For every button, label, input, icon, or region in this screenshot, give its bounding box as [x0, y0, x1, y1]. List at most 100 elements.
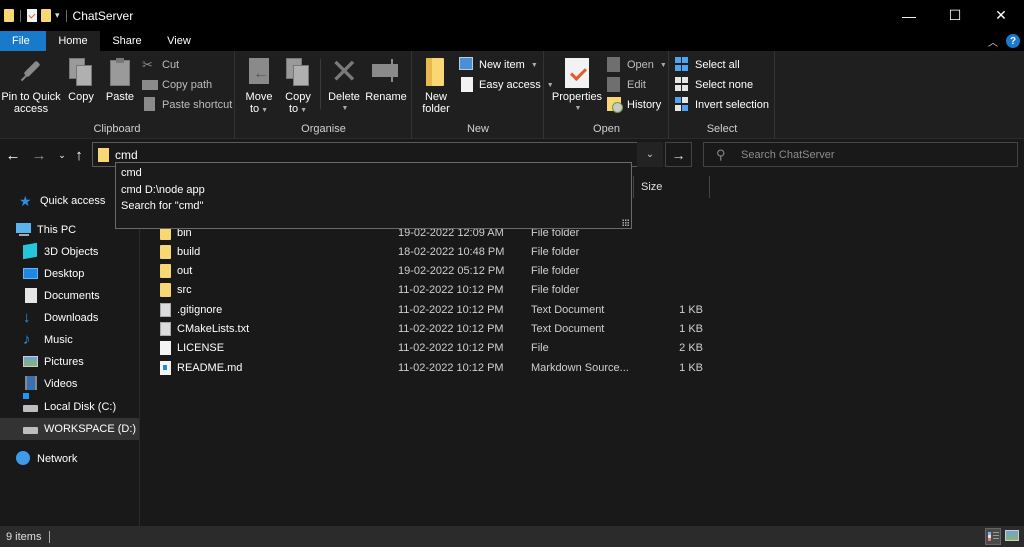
copy-path-button[interactable]: Copy path [142, 76, 212, 94]
new-folder-button[interactable]: New folder [418, 56, 454, 115]
maximize-button[interactable]: ☐ [932, 0, 978, 31]
resize-grip-icon[interactable] [622, 219, 629, 226]
folder-icon [4, 9, 14, 22]
file-row[interactable]: .gitignore 11-02-2022 10:12 PM Text Docu… [157, 301, 727, 320]
collapse-ribbon-icon[interactable]: ︿ [988, 34, 998, 49]
autocomplete-item[interactable]: cmd D:\node app [121, 182, 205, 198]
back-button[interactable]: ← [4, 145, 22, 165]
divider [49, 530, 51, 543]
forward-button[interactable]: → [30, 145, 48, 165]
large-icons-view-icon[interactable] [1005, 530, 1019, 541]
sidebar-item-network[interactable]: Network [0, 448, 139, 470]
sidebar-item-videos[interactable]: Videos [0, 373, 139, 395]
text-file-icon [160, 303, 171, 317]
column-header-size[interactable]: Size [641, 177, 662, 197]
sidebar-item-pictures[interactable]: Pictures [0, 351, 139, 373]
file-date: 11-02-2022 10:12 PM [398, 323, 504, 335]
select-none-button[interactable]: Select none [675, 76, 753, 94]
search-box[interactable]: ⚲ [703, 142, 1018, 167]
move-to-button[interactable]: Move to▼ [242, 56, 276, 117]
delete-label: Delete [328, 91, 360, 103]
sidebar-item-label: Desktop [44, 268, 85, 280]
rename-button[interactable]: Rename [365, 56, 407, 103]
pictures-icon [23, 354, 39, 370]
up-button[interactable]: ↑ [70, 145, 88, 165]
file-row[interactable]: LICENSE 11-02-2022 10:12 PM File 2 KB [157, 339, 727, 358]
group-label-select: Select [706, 123, 738, 135]
tab-home[interactable]: Home [46, 31, 100, 51]
sidebar-item-desktop[interactable]: Desktop [0, 263, 139, 285]
clipboard-group: Pin to Quick access Copy Paste ✂ Cut Cop… [0, 51, 235, 139]
help-icon[interactable]: ? [1006, 34, 1020, 48]
file-type: Text Document [531, 323, 605, 335]
address-history-dropdown[interactable]: ⌄ [637, 142, 663, 167]
move-label-line2: to ▼ [249, 103, 269, 115]
select-none-icon [675, 77, 691, 93]
cut-button[interactable]: ✂ Cut [142, 56, 179, 74]
easy-access-button[interactable]: Easy access ▼ [459, 76, 554, 94]
edit-label: Edit [627, 79, 646, 91]
invert-selection-button[interactable]: Invert selection [675, 96, 769, 114]
edit-button[interactable]: Edit [607, 76, 646, 94]
customize-toolbar-dropdown[interactable]: ▾ [55, 11, 60, 20]
tab-file[interactable]: File [0, 31, 46, 51]
divider [320, 59, 321, 109]
history-button[interactable]: History [607, 96, 661, 114]
autocomplete-item[interactable]: Search for "cmd" [121, 198, 203, 214]
properties-icon[interactable] [27, 9, 37, 22]
file-name: src [177, 284, 192, 296]
sidebar-item-local-disk-c[interactable]: Local Disk (C:) [0, 396, 139, 418]
properties-dropdown-caret[interactable]: ▼ [575, 103, 582, 115]
file-type: Text Document [531, 304, 605, 316]
open-label: Open [627, 59, 654, 71]
tab-view[interactable]: View [154, 31, 204, 51]
file-row[interactable]: build 18-02-2022 10:48 PM File folder [157, 243, 727, 262]
sidebar-item-downloads[interactable]: ↓ Downloads [0, 307, 139, 329]
minimize-button[interactable]: — [886, 0, 932, 31]
sidebar-item-documents[interactable]: Documents [0, 285, 139, 307]
go-button[interactable]: → [665, 142, 692, 167]
file-row[interactable]: CMakeLists.txt 11-02-2022 10:12 PM Text … [157, 320, 727, 339]
tab-share[interactable]: Share [100, 31, 154, 51]
sidebar-item-label: Network [37, 453, 78, 465]
sidebar-item-music[interactable]: ♪ Music [0, 329, 139, 351]
history-icon [607, 97, 623, 113]
search-icon: ⚲ [716, 147, 726, 162]
new-item-button[interactable]: New item ▼ [459, 56, 538, 74]
file-name: LICENSE [177, 342, 225, 354]
drive-icon [23, 421, 39, 437]
close-button[interactable]: ✕ [978, 0, 1024, 31]
paste-label: Paste [105, 91, 135, 103]
copy-button[interactable]: Copy [64, 56, 98, 103]
autocomplete-item[interactable]: cmd [121, 165, 142, 181]
sidebar-item-label: Music [44, 334, 73, 346]
sidebar-item-label: Documents [44, 290, 100, 302]
copy-to-button[interactable]: Copy to ▼ [281, 56, 315, 117]
details-view-icon[interactable] [985, 528, 1001, 545]
sidebar-item-3d-objects[interactable]: 3D Objects [0, 241, 139, 263]
paste-shortcut-button[interactable]: Paste shortcut [142, 96, 232, 114]
search-input[interactable] [741, 146, 1011, 164]
select-all-button[interactable]: Select all [675, 56, 740, 74]
paste-button[interactable]: Paste [103, 56, 137, 103]
recent-locations-dropdown[interactable]: ⌄ [53, 145, 71, 165]
properties-button[interactable]: Properties ▼ [551, 56, 603, 115]
file-date: 11-02-2022 10:12 PM [398, 284, 504, 296]
file-row[interactable]: src 11-02-2022 10:12 PM File folder [157, 281, 727, 300]
open-group: Properties ▼ Open ▼ Edit History Open [545, 51, 669, 139]
status-bar: 9 items [0, 526, 1024, 547]
delete-button[interactable]: ✕ Delete ▼ [326, 55, 362, 115]
sidebar-item-workspace-d[interactable]: WORKSPACE (D:) [0, 418, 139, 440]
column-divider[interactable] [709, 176, 710, 198]
pin-to-quick-access-button[interactable]: Pin to Quick access [1, 56, 61, 115]
delete-dropdown-caret[interactable]: ▼ [342, 103, 349, 115]
new-folder-icon[interactable] [41, 9, 51, 22]
invert-selection-icon [675, 97, 691, 113]
sidebar-item-label: Pictures [44, 356, 84, 368]
file-row[interactable]: out 19-02-2022 05:12 PM File folder [157, 262, 727, 281]
open-button[interactable]: Open ▼ [607, 56, 667, 74]
column-divider[interactable] [633, 176, 634, 198]
file-row[interactable]: README.md 11-02-2022 10:12 PM Markdown S… [157, 359, 727, 378]
group-label-clipboard: Clipboard [93, 123, 141, 135]
copy-to-label-line1: Copy [285, 91, 311, 103]
